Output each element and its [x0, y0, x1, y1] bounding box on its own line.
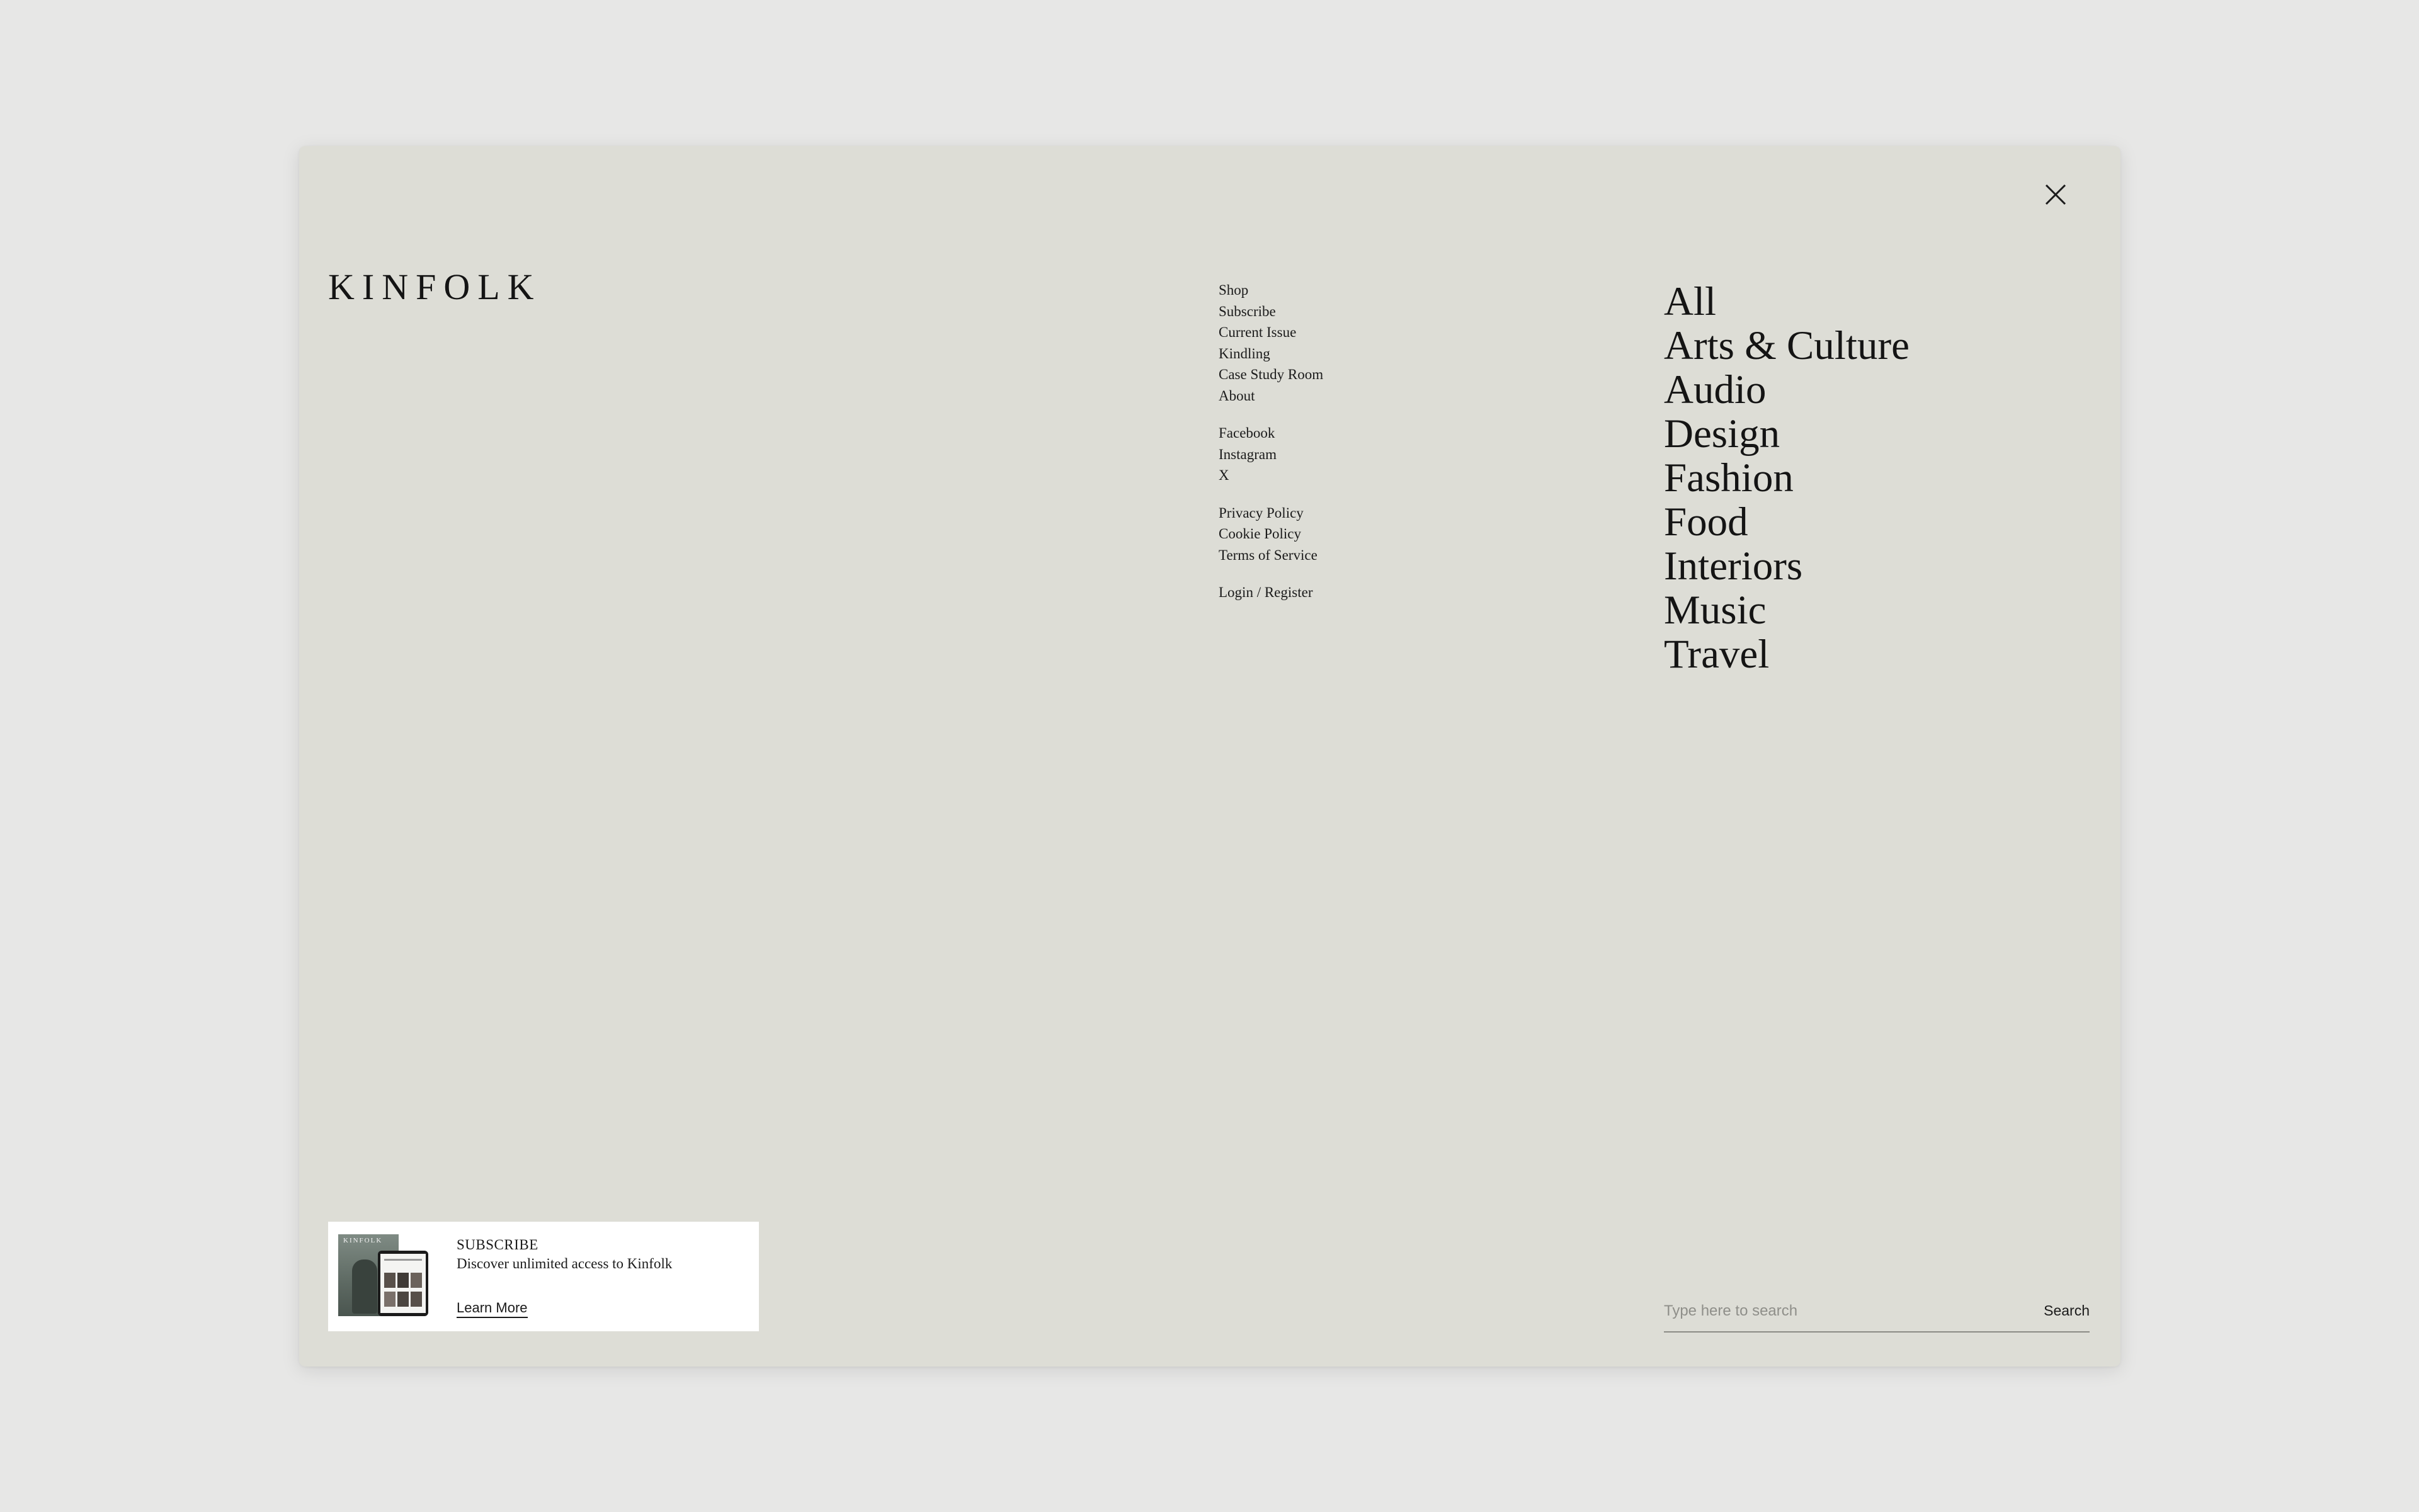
category-arts-culture[interactable]: Arts & Culture	[1664, 324, 1910, 368]
social-link-facebook[interactable]: Facebook	[1219, 423, 1323, 444]
search-input[interactable]	[1664, 1302, 1991, 1320]
close-icon[interactable]	[2034, 173, 2078, 217]
magazine-cover-logo: KINFOLK	[343, 1237, 383, 1244]
menu-overlay: KINFOLK Shop Subscribe Current Issue Kin…	[299, 146, 2120, 1367]
category-design[interactable]: Design	[1664, 412, 1910, 456]
legal-link-cookie-policy[interactable]: Cookie Policy	[1219, 523, 1323, 545]
account-links: Login / Register	[1219, 582, 1323, 603]
category-travel[interactable]: Travel	[1664, 632, 1910, 676]
social-link-x[interactable]: X	[1219, 465, 1323, 486]
category-interiors[interactable]: Interiors	[1664, 544, 1910, 588]
category-fashion[interactable]: Fashion	[1664, 456, 1910, 500]
category-all[interactable]: All	[1664, 280, 1910, 324]
secondary-menu: Shop Subscribe Current Issue Kindling Ca…	[1219, 280, 1323, 628]
legal-links: Privacy Policy Cookie Policy Terms of Se…	[1219, 503, 1323, 566]
menu-link-case-study-room[interactable]: Case Study Room	[1219, 364, 1323, 385]
main-links: Shop Subscribe Current Issue Kindling Ca…	[1219, 280, 1323, 406]
category-audio[interactable]: Audio	[1664, 368, 1910, 412]
menu-link-shop[interactable]: Shop	[1219, 280, 1323, 301]
search-bar: Search	[1664, 1293, 2090, 1333]
legal-link-terms-of-service[interactable]: Terms of Service	[1219, 545, 1323, 566]
login-register-link[interactable]: Login / Register	[1219, 582, 1323, 603]
tablet-preview	[378, 1251, 428, 1316]
subscribe-promo[interactable]: KINFOLK SUBSCRIBE Discover unlimited acc…	[328, 1222, 759, 1331]
social-links: Facebook Instagram X	[1219, 423, 1323, 486]
learn-more-link[interactable]: Learn More	[457, 1300, 528, 1318]
menu-link-kindling[interactable]: Kindling	[1219, 343, 1323, 365]
kinfolk-logo[interactable]: KINFOLK	[328, 269, 542, 305]
social-link-instagram[interactable]: Instagram	[1219, 444, 1323, 465]
tablet-screen	[380, 1254, 426, 1313]
category-menu: All Arts & Culture Audio Design Fashion …	[1664, 280, 1910, 676]
promo-title: SUBSCRIBE	[457, 1237, 538, 1253]
magazine-thumbnail: KINFOLK	[338, 1234, 430, 1316]
category-music[interactable]: Music	[1664, 588, 1910, 632]
promo-description: Discover unlimited access to Kinfolk	[457, 1256, 673, 1271]
promo-text: SUBSCRIBE Discover unlimited access to K…	[457, 1236, 672, 1273]
search-button[interactable]: Search	[2044, 1302, 2090, 1319]
cover-figure	[352, 1259, 377, 1314]
legal-link-privacy-policy[interactable]: Privacy Policy	[1219, 503, 1323, 524]
menu-link-subscribe[interactable]: Subscribe	[1219, 301, 1323, 322]
menu-link-about[interactable]: About	[1219, 385, 1323, 407]
menu-link-current-issue[interactable]: Current Issue	[1219, 322, 1323, 343]
category-food[interactable]: Food	[1664, 500, 1910, 544]
